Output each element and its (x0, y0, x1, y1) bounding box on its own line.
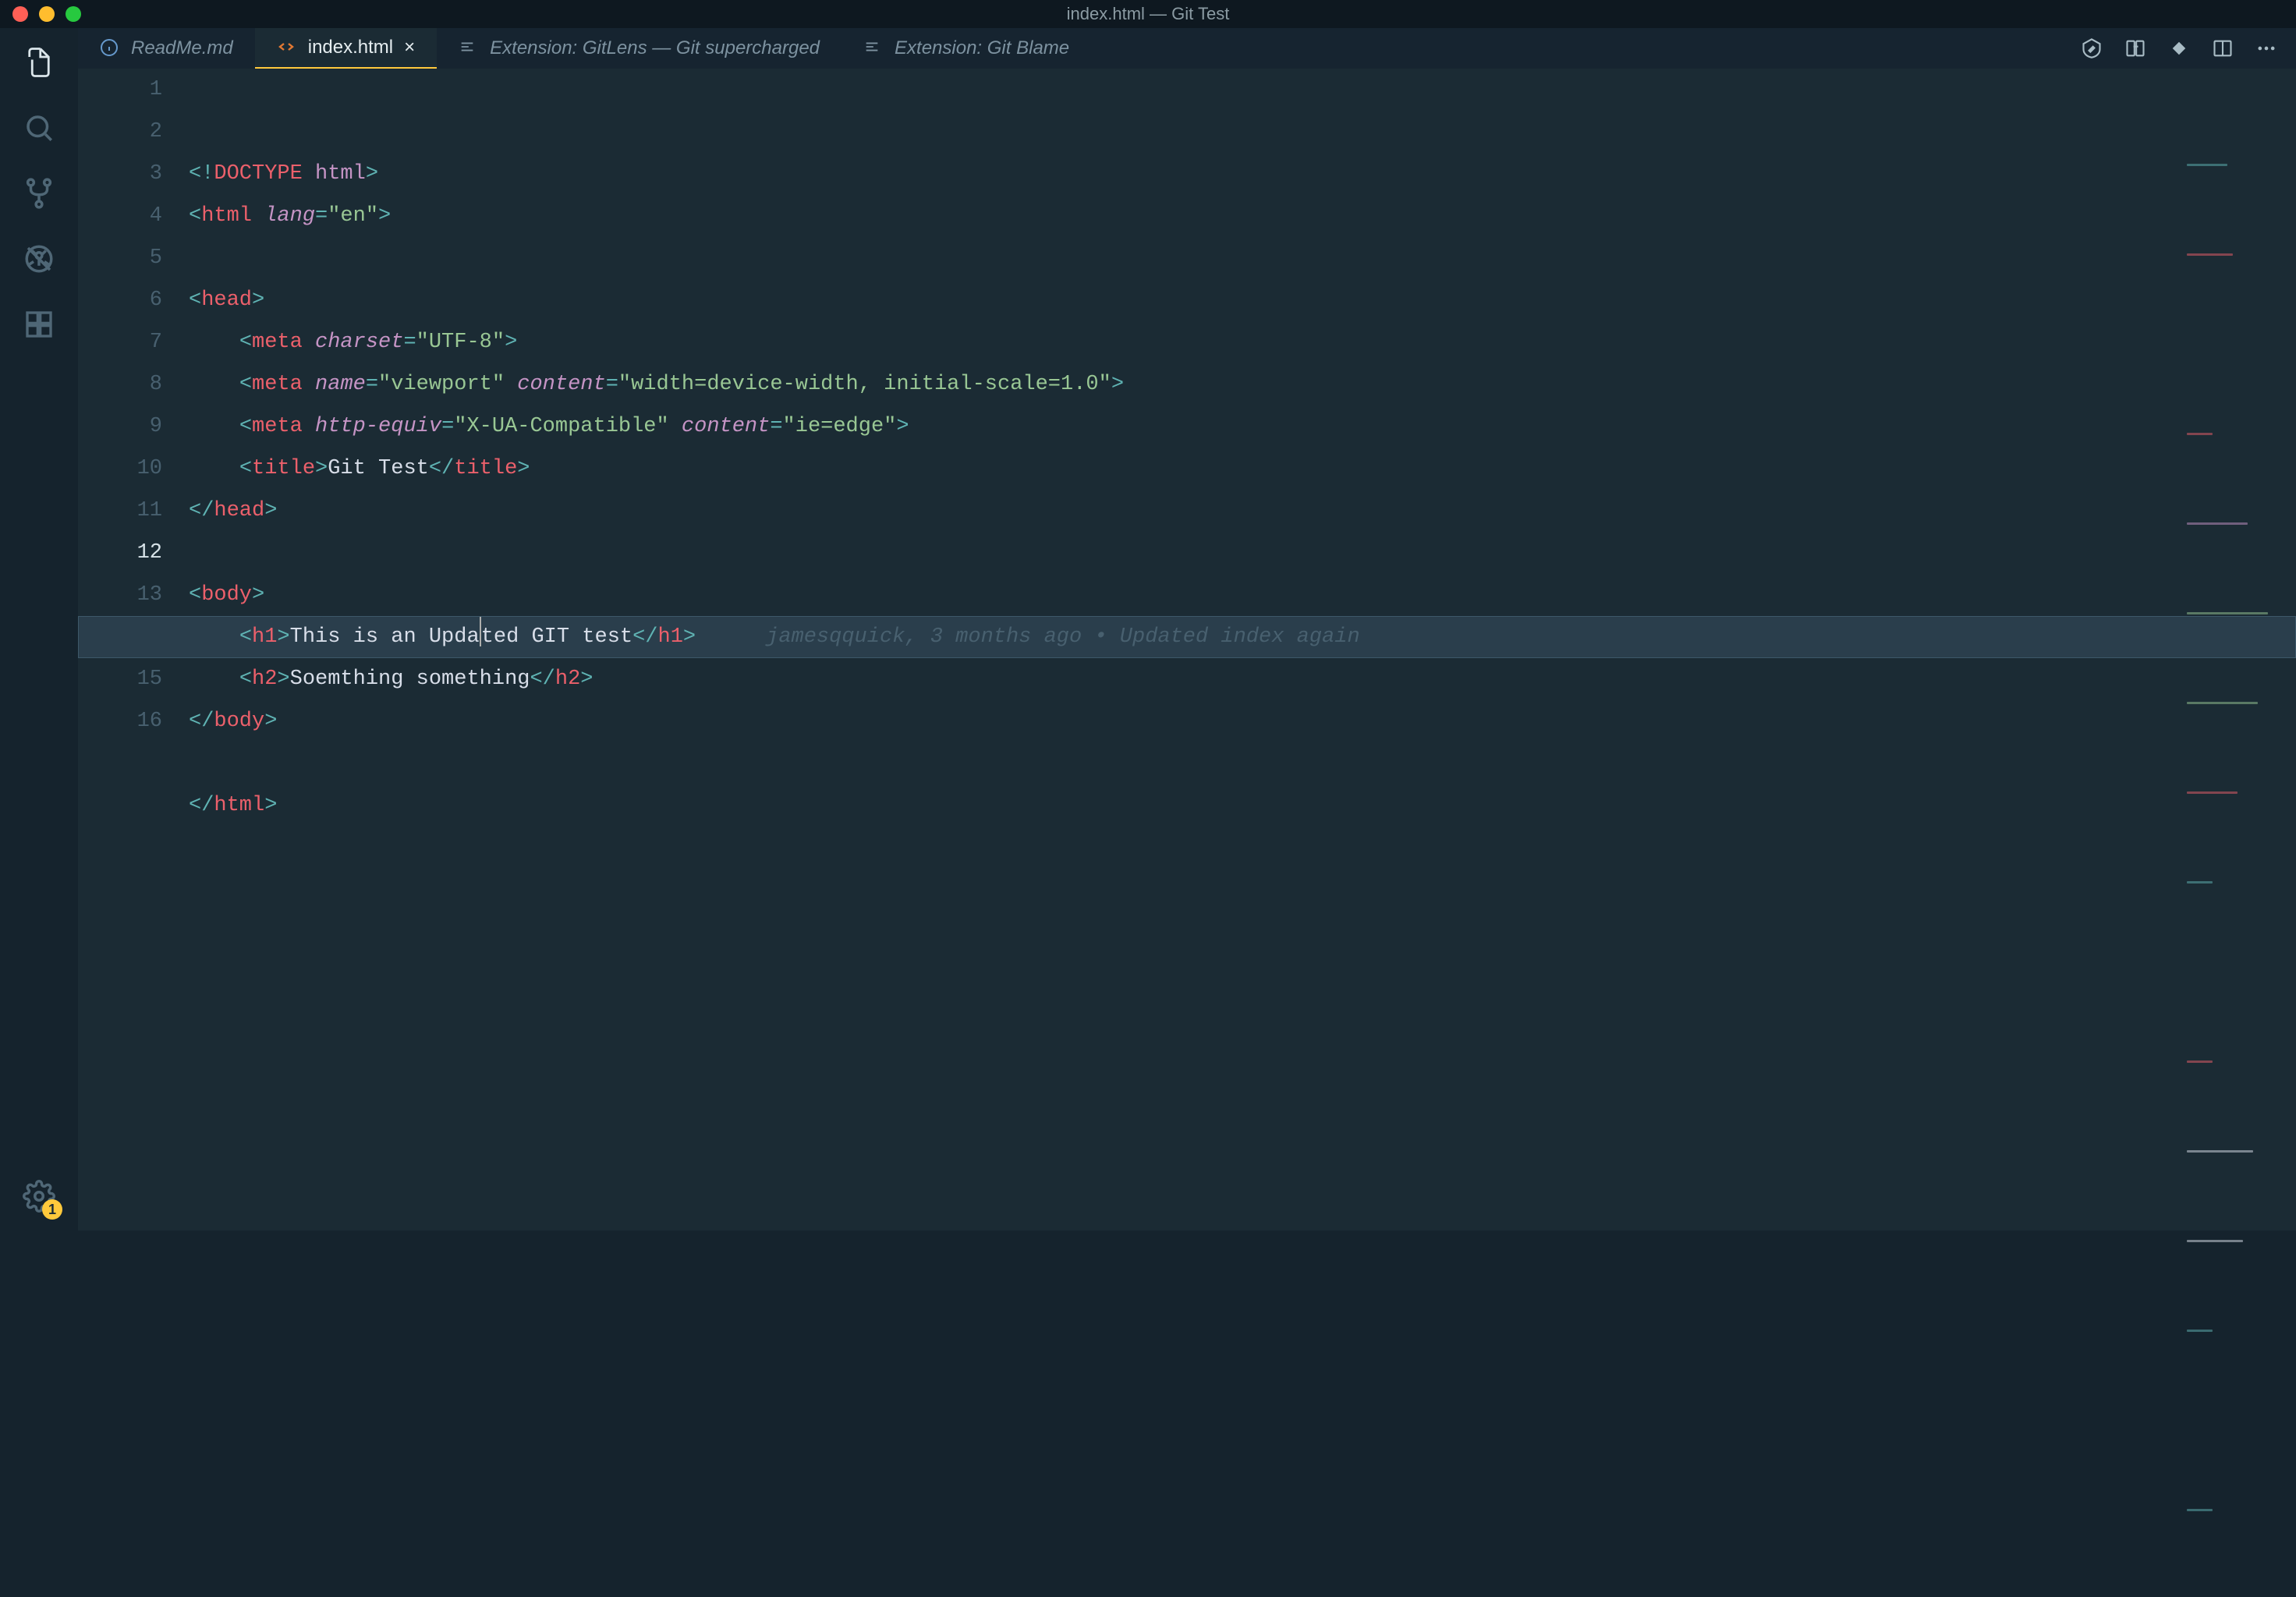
line-number: 10 (78, 448, 162, 490)
line-number: 12 (78, 532, 162, 574)
more-icon[interactable] (2255, 37, 2277, 59)
minimap[interactable] (2187, 78, 2288, 125)
line-number: 11 (78, 490, 162, 532)
line-number: 2 (78, 111, 162, 153)
tab-label: Extension: GitLens — Git supercharged (490, 37, 820, 59)
window-controls (0, 6, 81, 22)
tab-label: Extension: Git Blame (895, 37, 1069, 59)
line-number: 4 (78, 195, 162, 237)
line-number: 6 (78, 279, 162, 321)
line-number: 3 (78, 153, 162, 195)
compare-icon[interactable] (2124, 37, 2146, 59)
code-line[interactable]: <body> (189, 574, 2296, 616)
split-editor-icon[interactable] (2212, 37, 2234, 59)
code-line[interactable]: <!DOCTYPE html> (189, 153, 2296, 195)
tab-label: index.html (308, 37, 393, 58)
info-icon (100, 38, 120, 58)
gitlens-toggle-icon[interactable] (2081, 37, 2103, 59)
extensions-icon[interactable] (20, 306, 58, 343)
line-number: 9 (78, 405, 162, 448)
tab-gitlens[interactable]: Extension: GitLens — Git supercharged (437, 28, 842, 69)
code-line[interactable] (189, 237, 2296, 279)
tab-bar: ReadMe.md index.html × Extension: GitLen… (78, 28, 2296, 69)
line-number: 1 (78, 69, 162, 111)
debug-icon[interactable] (20, 240, 58, 278)
maximize-window-button[interactable] (66, 6, 81, 22)
code-line[interactable]: <meta name="viewport" content="width=dev… (189, 363, 2296, 405)
editor[interactable]: 12345678910111213141516 <!DOCTYPE html><… (78, 69, 2296, 1231)
code-line[interactable] (189, 532, 2296, 574)
line-number: 7 (78, 321, 162, 363)
code-line[interactable]: <h1>This is an Updated GIT test</h1>jame… (189, 616, 2296, 658)
settings-icon[interactable]: 1 (20, 1177, 58, 1215)
tab-readme[interactable]: ReadMe.md (78, 28, 255, 69)
code-line[interactable]: </body> (189, 700, 2296, 742)
code-line[interactable] (189, 742, 2296, 784)
html-icon (277, 37, 297, 58)
lines-icon (863, 38, 884, 58)
tab-index-html[interactable]: index.html × (255, 28, 437, 69)
title-bar: index.html — Git Test (0, 0, 2296, 28)
code-line[interactable]: <title>Git Test</title> (189, 448, 2296, 490)
line-number: 16 (78, 700, 162, 742)
lines-icon (459, 38, 479, 58)
window-title: index.html — Git Test (1067, 4, 1230, 24)
line-number: 5 (78, 237, 162, 279)
line-number: 13 (78, 574, 162, 616)
diamond-icon[interactable] (2168, 37, 2190, 59)
tab-actions (2081, 28, 2296, 69)
code-line[interactable]: <meta http-equiv="X-UA-Compatible" conte… (189, 405, 2296, 448)
code-line[interactable]: <meta charset="UTF-8"> (189, 321, 2296, 363)
code-line[interactable]: <html lang="en"> (189, 195, 2296, 237)
explorer-icon[interactable] (20, 44, 58, 81)
search-icon[interactable] (20, 109, 58, 147)
tab-gitblame[interactable]: Extension: Git Blame (842, 28, 1091, 69)
code-line[interactable]: </html> (189, 784, 2296, 827)
close-window-button[interactable] (12, 6, 28, 22)
close-tab-icon[interactable]: × (404, 37, 415, 58)
activity-bar: 1 (0, 28, 78, 1231)
minimize-window-button[interactable] (39, 6, 55, 22)
code-line[interactable]: </head> (189, 490, 2296, 532)
line-number: 8 (78, 363, 162, 405)
code-line[interactable]: <h2>Soemthing something</h2> (189, 658, 2296, 700)
code-line[interactable]: <head> (189, 279, 2296, 321)
source-control-icon[interactable] (20, 175, 58, 212)
code-area[interactable]: <!DOCTYPE html><html lang="en"> <head> <m… (189, 69, 2296, 1231)
settings-badge: 1 (42, 1199, 62, 1220)
line-number: 15 (78, 658, 162, 700)
tab-label: ReadMe.md (131, 37, 233, 59)
